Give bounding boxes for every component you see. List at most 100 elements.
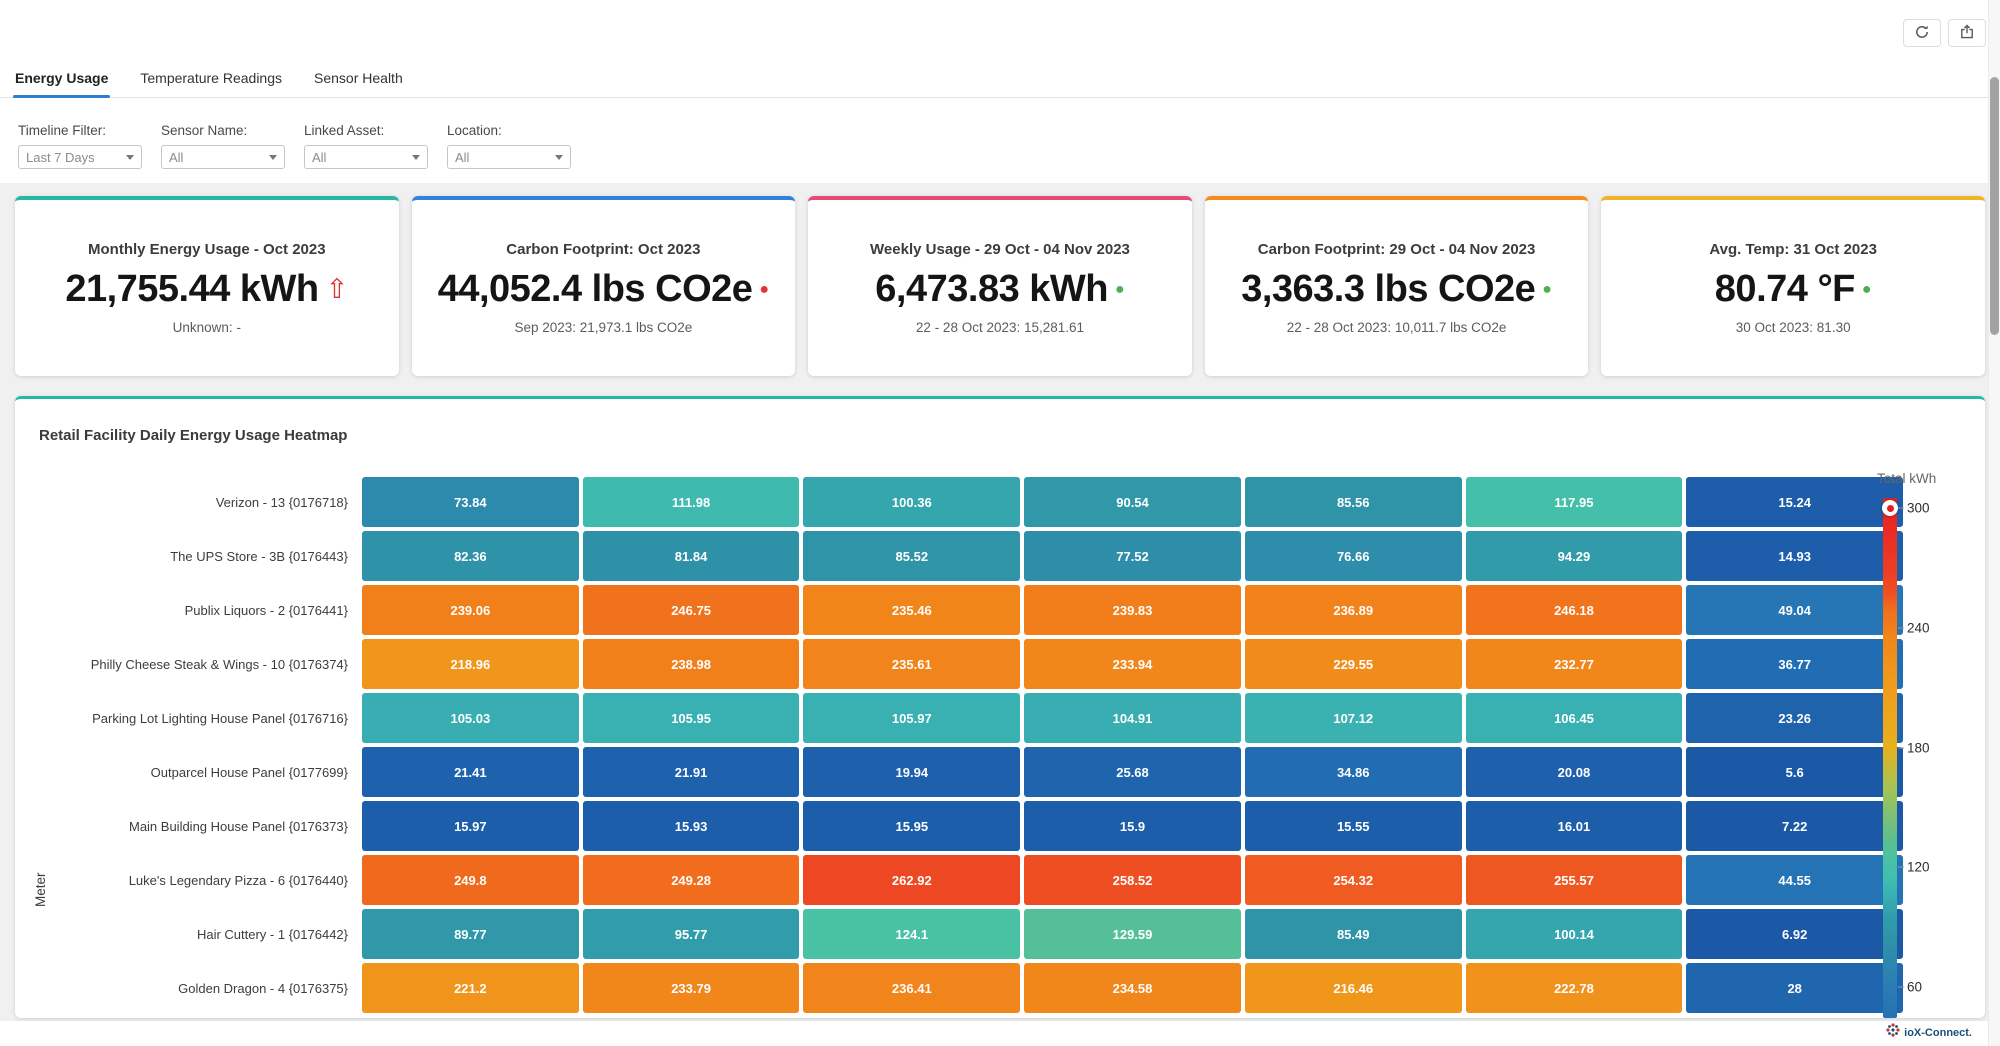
heatmap-cell[interactable]: 85.56 — [1245, 477, 1462, 527]
heatmap-cell[interactable]: 20.08 — [1466, 747, 1683, 797]
heatmap-cell[interactable]: 49.04 — [1686, 585, 1903, 635]
heatmap-cell[interactable]: 23.26 — [1686, 693, 1903, 743]
filter-bar: Timeline Filter: Last 7 Days Sensor Name… — [18, 123, 571, 169]
chevron-down-icon — [412, 155, 420, 160]
kpi-value: 6,473.83 kWh — [875, 268, 1108, 311]
heatmap-cell[interactable]: 106.45 — [1466, 693, 1683, 743]
heatmap-cell[interactable]: 216.46 — [1245, 963, 1462, 1013]
heatmap-cell[interactable]: 15.97 — [362, 801, 579, 851]
heatmap-cell[interactable]: 107.12 — [1245, 693, 1462, 743]
heatmap-cell[interactable]: 5.6 — [1686, 747, 1903, 797]
heatmap-cell[interactable]: 105.95 — [583, 693, 800, 743]
heatmap-cell[interactable]: 232.77 — [1466, 639, 1683, 689]
share-button[interactable] — [1948, 19, 1986, 47]
heatmap-cell[interactable]: 234.58 — [1024, 963, 1241, 1013]
kpi-value: 80.74 °F — [1715, 268, 1855, 311]
heatmap-cell[interactable]: 249.28 — [583, 855, 800, 905]
heatmap-cell[interactable]: 239.06 — [362, 585, 579, 635]
kpi-card-carbon-week: Carbon Footprint: 29 Oct - 04 Nov 2023 3… — [1205, 196, 1589, 376]
heatmap-cell[interactable]: 76.66 — [1245, 531, 1462, 581]
heatmap-cell[interactable]: 236.41 — [803, 963, 1020, 1013]
heatmap-row: Verizon - 13 {0176718}73.84111.98100.369… — [30, 475, 1905, 529]
heatmap-cell[interactable]: 89.77 — [362, 909, 579, 959]
heatmap-cell[interactable]: 94.29 — [1466, 531, 1683, 581]
heatmap-cell[interactable]: 15.55 — [1245, 801, 1462, 851]
heatmap-cell[interactable]: 238.98 — [583, 639, 800, 689]
heatmap-cell[interactable]: 15.24 — [1686, 477, 1903, 527]
heatmap-cell[interactable]: 105.97 — [803, 693, 1020, 743]
heatmap-cell[interactable]: 7.22 — [1686, 801, 1903, 851]
heatmap-cell[interactable]: 21.91 — [583, 747, 800, 797]
heatmap-cell[interactable]: 236.89 — [1245, 585, 1462, 635]
legend-tick: 120 — [1898, 860, 1930, 875]
heatmap-cell[interactable]: 15.93 — [583, 801, 800, 851]
heatmap-cell[interactable]: 246.18 — [1466, 585, 1683, 635]
heatmap-cell[interactable]: 34.86 — [1245, 747, 1462, 797]
heatmap-row-label: Hair Cuttery - 1 {0176442} — [30, 907, 360, 961]
heatmap-cell[interactable]: 21.41 — [362, 747, 579, 797]
heatmap-cell[interactable]: 100.36 — [803, 477, 1020, 527]
heatmap-cell[interactable]: 15.95 — [803, 801, 1020, 851]
heatmap-cell[interactable]: 229.55 — [1245, 639, 1462, 689]
heatmap-cell[interactable]: 16.01 — [1466, 801, 1683, 851]
tab-energy-usage[interactable]: Energy Usage — [13, 68, 110, 97]
tab-temperature-readings[interactable]: Temperature Readings — [138, 68, 284, 97]
heatmap-cell[interactable]: 221.2 — [362, 963, 579, 1013]
heatmap-cell[interactable]: 6.92 — [1686, 909, 1903, 959]
kpi-subtitle: Unknown: - — [173, 320, 241, 335]
heatmap-row: Luke's Legendary Pizza - 6 {0176440}249.… — [30, 853, 1905, 907]
heatmap-cell[interactable]: 222.78 — [1466, 963, 1683, 1013]
heatmap-cell[interactable]: 28 — [1686, 963, 1903, 1013]
heatmap-cell[interactable]: 90.54 — [1024, 477, 1241, 527]
heatmap-cell[interactable]: 111.98 — [583, 477, 800, 527]
heatmap-cell[interactable]: 100.14 — [1466, 909, 1683, 959]
heatmap-cell[interactable]: 82.36 — [362, 531, 579, 581]
heatmap-cell[interactable]: 25.68 — [1024, 747, 1241, 797]
heatmap-cell[interactable]: 233.94 — [1024, 639, 1241, 689]
heatmap-cell[interactable]: 81.84 — [583, 531, 800, 581]
vertical-scrollbar[interactable] — [1988, 0, 2000, 1046]
location-filter-select[interactable]: All — [447, 145, 571, 169]
trend-up-icon: ⇧ — [326, 276, 349, 303]
heatmap-cell[interactable]: 249.8 — [362, 855, 579, 905]
heatmap-cell[interactable]: 104.91 — [1024, 693, 1241, 743]
heatmap-cell[interactable]: 85.49 — [1245, 909, 1462, 959]
kpi-subtitle: 22 - 28 Oct 2023: 10,011.7 lbs CO2e — [1287, 320, 1507, 335]
heatmap-cell[interactable]: 239.83 — [1024, 585, 1241, 635]
heatmap-cell[interactable]: 44.55 — [1686, 855, 1903, 905]
heatmap-cell[interactable]: 95.77 — [583, 909, 800, 959]
heatmap-cell[interactable]: 36.77 — [1686, 639, 1903, 689]
heatmap-cell[interactable]: 124.1 — [803, 909, 1020, 959]
heatmap-row: The UPS Store - 3B {0176443}82.3681.8485… — [30, 529, 1905, 583]
heatmap-cell[interactable]: 258.52 — [1024, 855, 1241, 905]
heatmap-row-label: Parking Lot Lighting House Panel {017671… — [30, 691, 360, 745]
heatmap-cell[interactable]: 15.9 — [1024, 801, 1241, 851]
heatmap-cell[interactable]: 255.57 — [1466, 855, 1683, 905]
legend-tick-mark — [1898, 747, 1904, 748]
tab-sensor-health[interactable]: Sensor Health — [312, 68, 405, 97]
heatmap-cell[interactable]: 14.93 — [1686, 531, 1903, 581]
heatmap-cell[interactable]: 19.94 — [803, 747, 1020, 797]
heatmap-cell[interactable]: 218.96 — [362, 639, 579, 689]
heatmap-cell[interactable]: 233.79 — [583, 963, 800, 1013]
heatmap-row: Outparcel House Panel {0177699}21.4121.9… — [30, 745, 1905, 799]
heatmap-cell[interactable]: 235.46 — [803, 585, 1020, 635]
heatmap-cell[interactable]: 117.95 — [1466, 477, 1683, 527]
refresh-button[interactable] — [1903, 19, 1941, 47]
heatmap-cell[interactable]: 254.32 — [1245, 855, 1462, 905]
heatmap-cell[interactable]: 235.61 — [803, 639, 1020, 689]
heatmap-cell[interactable]: 262.92 — [803, 855, 1020, 905]
timeline-filter-select[interactable]: Last 7 Days — [18, 145, 142, 169]
location-filter-group: Location: All — [447, 123, 571, 169]
chevron-down-icon — [269, 155, 277, 160]
heatmap-cell[interactable]: 85.52 — [803, 531, 1020, 581]
legend-tick-mark — [1898, 867, 1904, 868]
heatmap-cell[interactable]: 105.03 — [362, 693, 579, 743]
sensor-name-filter-select[interactable]: All — [161, 145, 285, 169]
linked-asset-filter-select[interactable]: All — [304, 145, 428, 169]
heatmap-cell[interactable]: 77.52 — [1024, 531, 1241, 581]
heatmap-cell[interactable]: 129.59 — [1024, 909, 1241, 959]
scrollbar-thumb[interactable] — [1990, 77, 1999, 335]
heatmap-cell[interactable]: 246.75 — [583, 585, 800, 635]
heatmap-cell[interactable]: 73.84 — [362, 477, 579, 527]
